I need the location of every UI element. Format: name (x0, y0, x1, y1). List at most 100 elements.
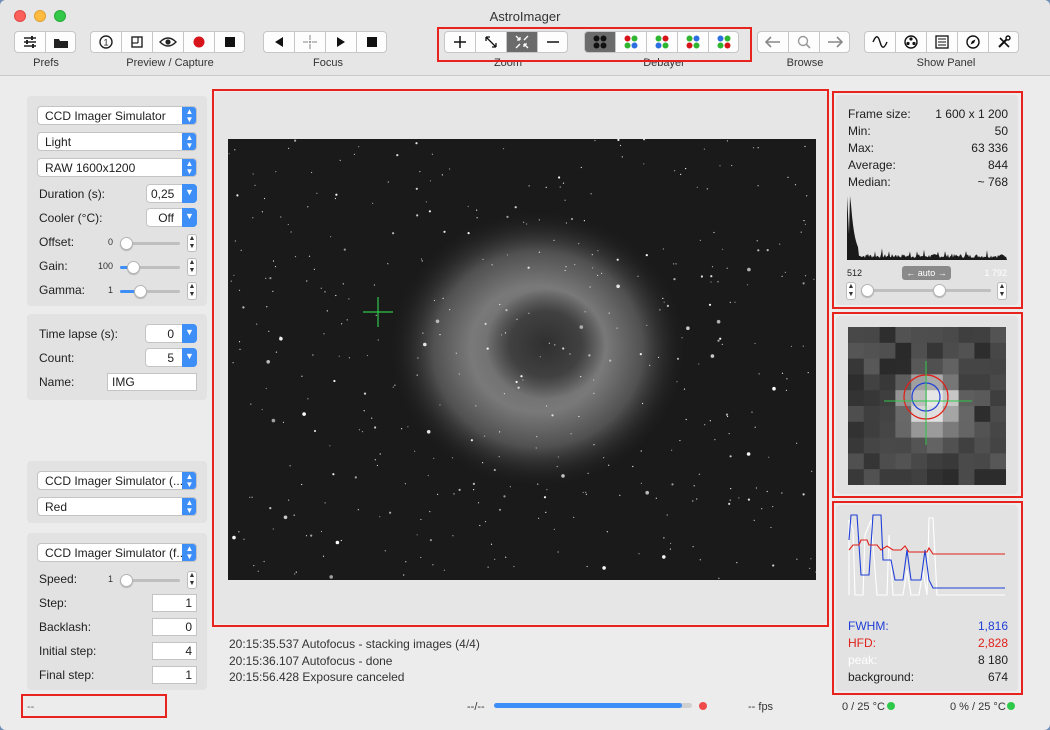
log-line: 20:15:56.428 Exposure canceled (229, 670, 405, 684)
cooler-power-text: 0 % / 25 °C (950, 701, 1006, 713)
image-view-highlight (212, 89, 829, 627)
zoom-debayer-highlight (437, 27, 752, 62)
initial-step-label: Initial step: (39, 644, 97, 658)
name-input[interactable]: IMG (107, 373, 197, 391)
log-line: 20:15:35.537 Autofocus - stacking images… (229, 637, 480, 651)
log-line: 20:15:36.107 Autofocus - done (229, 654, 393, 668)
gamma-label: Gamma: (39, 283, 86, 297)
record-button[interactable] (183, 31, 214, 53)
autofocus-button[interactable] (294, 31, 325, 53)
focus-group (263, 31, 387, 53)
progress-fill (494, 703, 682, 708)
duration-label: Duration (s): (39, 187, 106, 201)
filter-wheel-icon (904, 35, 918, 49)
format-select[interactable]: RAW 1600x1200 ▲ ▼ (37, 158, 197, 177)
prefs-group (14, 31, 76, 53)
chevron-down-icon: ▼ (182, 324, 197, 343)
speed-slider[interactable] (120, 574, 180, 587)
duration-value: 0,25 (151, 187, 175, 201)
focuser-value: CCD Imager Simulator (f... (45, 546, 187, 560)
count-combo[interactable]: 5 ▼ (145, 348, 197, 367)
time-lapse-value: 0 (167, 327, 174, 341)
popup-arrows-icon: ▲ ▼ (182, 133, 196, 150)
list-icon (935, 35, 949, 49)
gamma-stepper[interactable]: ▲ ▼ (187, 282, 197, 300)
wave-icon (872, 36, 888, 48)
magnifier-icon (797, 35, 811, 49)
eye-icon (159, 37, 177, 47)
forward-arrow-icon (827, 36, 843, 48)
initial-step-input[interactable]: 4 (152, 642, 197, 660)
offset-value: 0 (107, 237, 113, 247)
final-step-input[interactable]: 1 (152, 666, 197, 684)
count-value: 5 (167, 351, 174, 365)
slider-knob[interactable] (120, 237, 133, 250)
gain-slider[interactable] (120, 261, 180, 274)
browse-search-button[interactable] (788, 31, 819, 53)
gain-label: Gain: (39, 259, 68, 273)
stop-focus-button[interactable] (356, 31, 387, 53)
gamma-value: 1 (107, 285, 113, 295)
gain-stepper[interactable]: ▲ ▼ (187, 258, 197, 276)
format-value: RAW 1600x1200 (45, 161, 136, 175)
open-folder-button[interactable] (45, 31, 76, 53)
preview-loop-button[interactable] (152, 31, 183, 53)
gain-value: 100 (97, 261, 113, 271)
status-bar: -- --/-- -- fps 0 / 25 °C 0 % / 25 °C (0, 694, 1050, 730)
stats-highlight (832, 91, 1023, 309)
slider-knob[interactable] (127, 261, 140, 274)
gamma-slider[interactable] (120, 285, 180, 298)
browse-back-button[interactable] (757, 31, 788, 53)
show-tools-button[interactable] (988, 31, 1019, 53)
duration-combo[interactable]: 0,25 ▼ (146, 184, 197, 203)
cooler-combo[interactable]: Off ▼ (146, 208, 197, 227)
backlash-input[interactable]: 0 (152, 618, 197, 636)
cooler-label: Cooler (°C): (39, 211, 103, 225)
speed-stepper[interactable]: ▲ ▼ (187, 571, 197, 589)
time-lapse-combo[interactable]: 0 ▼ (145, 324, 197, 343)
single-preview-button[interactable]: 1 (90, 31, 121, 53)
show-log-button[interactable] (926, 31, 957, 53)
step-input[interactable]: 1 (152, 594, 197, 612)
capture-status-dot (699, 702, 707, 710)
focus-in-button[interactable] (263, 31, 294, 53)
show-panel-group (864, 31, 1019, 53)
frame-button[interactable] (121, 31, 152, 53)
show-mount-button[interactable] (957, 31, 988, 53)
camera-select[interactable]: CCD Imager Simulator ▲ ▼ (37, 106, 197, 125)
show-filter-wheel-button[interactable] (895, 31, 926, 53)
filter-wheel-value: CCD Imager Simulator (... (45, 474, 184, 488)
focuser-select[interactable]: CCD Imager Simulator (f... ▲ ▼ (37, 543, 197, 562)
fps-text: -- fps (748, 701, 774, 713)
focus-graph-highlight (832, 501, 1023, 695)
compass-icon (966, 35, 980, 49)
sequence-panel: Time lapse (s): 0 ▼ Count: 5 ▼ Name: IMG (27, 314, 207, 400)
record-icon (193, 36, 205, 48)
sliders-icon (24, 36, 36, 48)
browse-forward-button[interactable] (819, 31, 850, 53)
stop-icon (224, 37, 235, 47)
app-window: AstroImager Prefs 1 Preview / Capture Fo… (0, 0, 1050, 730)
slider-knob[interactable] (120, 574, 133, 587)
log-view: 20:15:35.537 Autofocus - stacking images… (218, 628, 826, 690)
slider-knob[interactable] (134, 285, 147, 298)
focus-out-button[interactable] (325, 31, 356, 53)
offset-slider[interactable] (120, 237, 180, 250)
settings-button[interactable] (14, 31, 45, 53)
stop-capture-button[interactable] (214, 31, 245, 53)
tools-icon (997, 35, 1011, 48)
show-focus-graph-button[interactable] (864, 31, 895, 53)
offset-label: Offset: (39, 235, 75, 249)
offset-stepper[interactable]: ▲ ▼ (187, 234, 197, 252)
speed-value: 1 (107, 574, 113, 584)
filter-wheel-select[interactable]: CCD Imager Simulator (... ▲ ▼ (37, 471, 197, 490)
count-label: Count: (39, 351, 75, 365)
svg-text:1: 1 (103, 38, 108, 48)
filter-select[interactable]: Red ▲ ▼ (37, 497, 197, 516)
popup-arrows-icon: ▲ ▼ (182, 472, 196, 489)
popup-arrows-icon: ▲ ▼ (182, 498, 196, 515)
chevron-down-icon: ▼ (182, 184, 197, 203)
frame-type-select[interactable]: Light ▲ ▼ (37, 132, 197, 151)
temperature-text: 0 / 25 °C (842, 701, 885, 713)
preview-capture-label: Preview / Capture (126, 57, 214, 69)
